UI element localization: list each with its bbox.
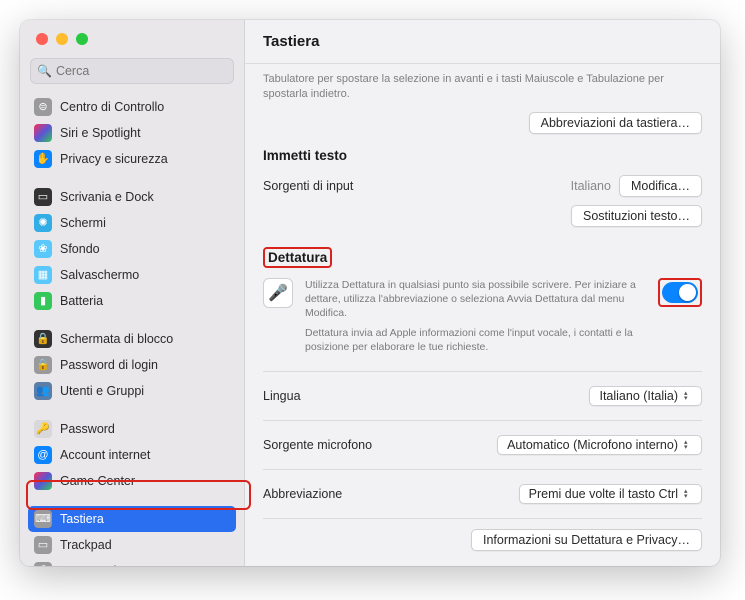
sidebar-item-label: Account internet bbox=[60, 448, 150, 462]
sidebar-item[interactable]: Siri e Spotlight bbox=[28, 120, 236, 146]
dictation-shortcut-select[interactable]: Premi due volte il tasto Ctrl ▴▾ bbox=[519, 484, 702, 504]
sidebar-item[interactable]: ✋ Privacy e sicurezza bbox=[28, 146, 236, 172]
sidebar-item-label: Password di login bbox=[60, 358, 158, 372]
dictation-heading: Dettatura bbox=[263, 247, 332, 268]
search-input[interactable] bbox=[56, 64, 227, 78]
sidebar: 🔍 ⊜ Centro di Controllo Siri e Spotlight ✋ P… bbox=[20, 20, 245, 566]
sidebar-item-label: Game Center bbox=[60, 474, 135, 488]
sidebar-item-label: Tastiera bbox=[60, 512, 104, 526]
sidebar-item[interactable]: ✺ Schermi bbox=[28, 210, 236, 236]
sidebar-item-icon: ✋ bbox=[34, 150, 52, 168]
zoom-icon[interactable] bbox=[76, 33, 88, 45]
dictation-language-label: Lingua bbox=[263, 389, 301, 403]
sidebar-item[interactable]: Game Center bbox=[28, 468, 236, 494]
chevron-updown-icon: ▴▾ bbox=[684, 391, 696, 401]
sidebar-item-icon: ▦ bbox=[34, 266, 52, 284]
sidebar-item-label: Scrivania e Dock bbox=[60, 190, 154, 204]
mic-source-label: Sorgente microfono bbox=[263, 438, 372, 452]
minimize-icon[interactable] bbox=[56, 33, 68, 45]
sidebar-item-label: Utenti e Gruppi bbox=[60, 384, 144, 398]
sidebar-item-label: Trackpad bbox=[60, 538, 112, 552]
search-icon: 🔍 bbox=[37, 64, 52, 78]
sidebar-item-icon bbox=[34, 472, 52, 490]
sidebar-item[interactable]: ▮ Batteria bbox=[28, 288, 236, 314]
edit-input-sources-button[interactable]: Modifica… bbox=[619, 175, 702, 197]
text-input-heading: Immetti testo bbox=[263, 148, 702, 163]
dictation-language-select[interactable]: Italiano (Italia) ▴▾ bbox=[589, 386, 702, 406]
system-settings-window: 🔍 ⊜ Centro di Controllo Siri e Spotlight ✋ P… bbox=[20, 20, 720, 566]
microphone-icon: 🎤 bbox=[263, 278, 293, 308]
dictation-description: Utilizza Dettatura in qualsiasi punto si… bbox=[305, 278, 646, 361]
sidebar-item-icon: ✺ bbox=[34, 214, 52, 232]
page-title: Tastiera bbox=[263, 33, 319, 50]
window-controls bbox=[20, 20, 244, 58]
sidebar-item-icon: ▭ bbox=[34, 188, 52, 206]
sidebar-item-icon: ▭ bbox=[34, 536, 52, 554]
sidebar-item-label: Salvaschermo bbox=[60, 268, 139, 282]
sidebar-nav: ⊜ Centro di Controllo Siri e Spotlight ✋ Pri… bbox=[20, 94, 244, 566]
sidebar-item[interactable]: ▦ Salvaschermo bbox=[28, 262, 236, 288]
input-sources-label: Sorgenti di input bbox=[263, 179, 353, 193]
sidebar-item[interactable]: 🔑 Password bbox=[28, 416, 236, 442]
sidebar-item-label: Password bbox=[60, 422, 115, 436]
keyboard-shortcuts-button[interactable]: Abbreviazioni da tastiera… bbox=[529, 112, 702, 134]
intro-description: Tabulatore per spostare la selezione in … bbox=[263, 72, 702, 102]
sidebar-item[interactable]: 🔒 Schermata di blocco bbox=[28, 326, 236, 352]
sidebar-item-icon bbox=[34, 124, 52, 142]
sidebar-item[interactable]: 👥 Utenti e Gruppi bbox=[28, 378, 236, 404]
mic-source-select[interactable]: Automatico (Microfono interno) ▴▾ bbox=[497, 435, 702, 455]
dictation-shortcut-label: Abbreviazione bbox=[263, 487, 342, 501]
sidebar-item-icon: ⊜ bbox=[34, 98, 52, 116]
sidebar-item[interactable]: ⌨ Tastiera bbox=[28, 506, 236, 532]
sidebar-item-icon: 🔒 bbox=[34, 330, 52, 348]
input-sources-value: Italiano bbox=[571, 179, 611, 193]
close-icon[interactable] bbox=[36, 33, 48, 45]
dictation-privacy-button[interactable]: Informazioni su Dettatura e Privacy… bbox=[471, 529, 702, 551]
sidebar-item[interactable]: ⎙ Stampanti e Scanner bbox=[28, 558, 236, 566]
highlight-annotation bbox=[658, 278, 702, 307]
dictation-toggle[interactable] bbox=[662, 282, 698, 303]
main-header: Tastiera bbox=[245, 20, 720, 64]
sidebar-item-icon: ⎙ bbox=[34, 562, 52, 566]
chevron-updown-icon: ▴▾ bbox=[684, 440, 696, 450]
chevron-updown-icon: ▴▾ bbox=[684, 489, 696, 499]
text-substitutions-button[interactable]: Sostituzioni testo… bbox=[571, 205, 702, 227]
sidebar-item-label: Schermi bbox=[60, 216, 106, 230]
sidebar-item[interactable]: ❀ Sfondo bbox=[28, 236, 236, 262]
sidebar-item-label: Schermata di blocco bbox=[60, 332, 173, 346]
sidebar-item-icon: 🔑 bbox=[34, 420, 52, 438]
sidebar-item-label: Sfondo bbox=[60, 242, 100, 256]
sidebar-item-label: Batteria bbox=[60, 294, 103, 308]
search-field[interactable]: 🔍 bbox=[30, 58, 234, 84]
sidebar-item-icon: ❀ bbox=[34, 240, 52, 258]
sidebar-item-icon: 🔒 bbox=[34, 356, 52, 374]
sidebar-item-label: Stampanti e Scanner bbox=[60, 564, 177, 566]
sidebar-item[interactable]: ⊜ Centro di Controllo bbox=[28, 94, 236, 120]
sidebar-item-icon: ▮ bbox=[34, 292, 52, 310]
sidebar-item-icon: ⌨ bbox=[34, 510, 52, 528]
sidebar-item[interactable]: ▭ Scrivania e Dock bbox=[28, 184, 236, 210]
sidebar-item[interactable]: @ Account internet bbox=[28, 442, 236, 468]
sidebar-item-icon: 👥 bbox=[34, 382, 52, 400]
sidebar-item-label: Privacy e sicurezza bbox=[60, 152, 168, 166]
sidebar-item-icon: @ bbox=[34, 446, 52, 464]
sidebar-item-label: Siri e Spotlight bbox=[60, 126, 141, 140]
sidebar-item-label: Centro di Controllo bbox=[60, 100, 164, 114]
sidebar-item[interactable]: 🔒 Password di login bbox=[28, 352, 236, 378]
content: Tabulatore per spostare la selezione in … bbox=[245, 64, 720, 566]
sidebar-item[interactable]: ▭ Trackpad bbox=[28, 532, 236, 558]
main-panel: Tastiera Tabulatore per spostare la sele… bbox=[245, 20, 720, 566]
